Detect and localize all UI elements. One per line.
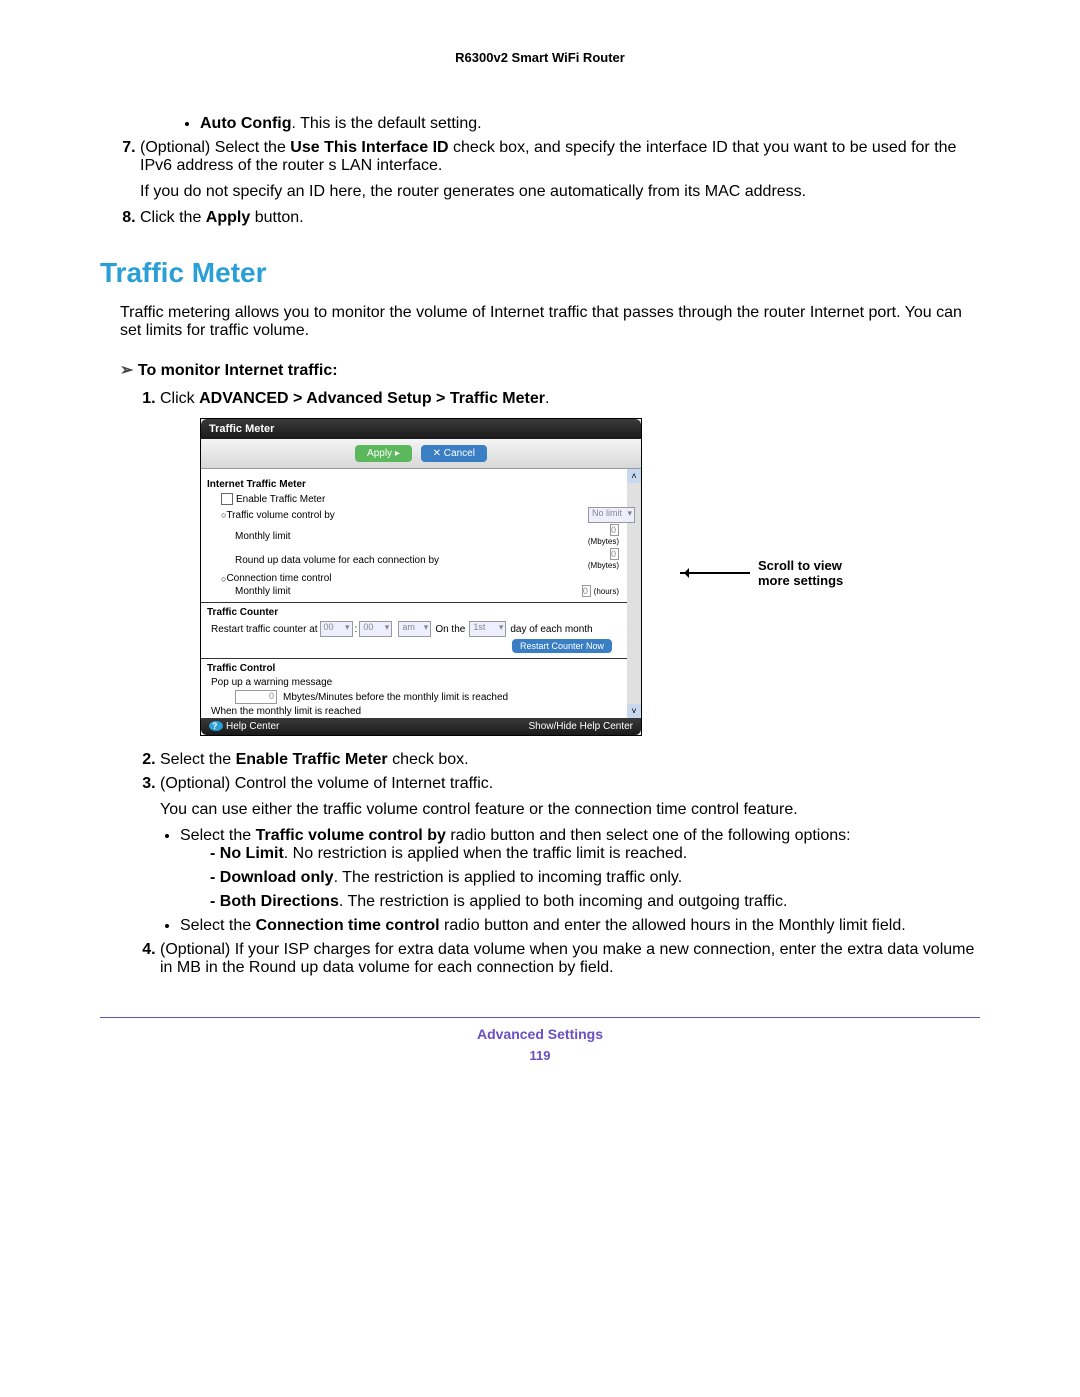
shot-titlebar: Traffic Meter bbox=[201, 419, 641, 439]
roundup-label: Round up data volume for each connection… bbox=[235, 555, 588, 566]
monthly-limit-field[interactable]: 0 bbox=[610, 524, 619, 536]
enable-traffic-meter-checkbox[interactable] bbox=[221, 493, 233, 505]
restart-min-select[interactable]: 00 bbox=[359, 621, 392, 637]
apply-button[interactable]: Apply ▸ bbox=[355, 445, 412, 462]
warning-threshold-field[interactable]: 0 bbox=[235, 690, 277, 704]
restart-day-select[interactable]: 1st bbox=[469, 621, 506, 637]
cancel-button[interactable]: ✕ Cancel bbox=[421, 445, 487, 462]
page-footer: Advanced Settings 119 bbox=[100, 1017, 980, 1063]
proc-step-3: (Optional) Control the volume of Interne… bbox=[160, 775, 980, 935]
monthly-limit-hours-label: Monthly limit bbox=[235, 586, 582, 597]
step-7: (Optional) Select the Use This Interface… bbox=[140, 139, 980, 201]
scroll-down-icon[interactable]: ˅ bbox=[627, 704, 641, 718]
footer-page-number: 119 bbox=[100, 1048, 980, 1063]
shot-button-row: Apply ▸ ✕ Cancel bbox=[201, 439, 641, 469]
proc-step-2: Select the Enable Traffic Meter check bo… bbox=[160, 751, 980, 769]
help-bar: Help Center Show/Hide Help Center bbox=[201, 718, 641, 735]
scroll-up-icon[interactable]: ˄ bbox=[627, 469, 641, 483]
monthly-limit-label: Monthly limit bbox=[235, 531, 588, 542]
proc-step-4: (Optional) If your ISP charges for extra… bbox=[160, 941, 980, 977]
proc-step-3-note: You can use either the traffic volume co… bbox=[160, 801, 980, 819]
bullet-auto-config: Auto Config. This is the default setting… bbox=[200, 115, 980, 133]
volume-limit-select[interactable]: No limit bbox=[588, 507, 635, 523]
step-8: Click the Apply button. bbox=[140, 209, 980, 227]
monthly-limit-hours-field[interactable]: 0 bbox=[582, 585, 591, 597]
show-hide-help-link[interactable]: Show/Hide Help Center bbox=[529, 721, 634, 732]
arrow-icon bbox=[680, 572, 750, 574]
opt-no-limit: No Limit. No restriction is applied when… bbox=[210, 845, 980, 863]
opt-both-directions: Both Directions. The restriction is appl… bbox=[210, 893, 980, 911]
procedure-heading: To monitor Internet traffic: bbox=[120, 360, 980, 380]
sub-bullet-connection-time: Select the Connection time control radio… bbox=[180, 917, 980, 935]
section-traffic-counter: Traffic Counter bbox=[207, 607, 635, 618]
connection-time-control-row[interactable]: Connection time control bbox=[207, 572, 635, 585]
proc-step-1: Click ADVANCED > Advanced Setup > Traffi… bbox=[160, 390, 980, 736]
section-internet-traffic-meter: Internet Traffic Meter bbox=[207, 479, 635, 490]
when-limit-reached-label: When the monthly limit is reached bbox=[207, 705, 635, 718]
restart-ampm-select[interactable]: am bbox=[398, 621, 431, 637]
roundup-field[interactable]: 0 bbox=[610, 548, 619, 560]
step-7-note: If you do not specify an ID here, the ro… bbox=[140, 183, 980, 201]
scroll-annotation: Scroll to view more settings bbox=[680, 558, 843, 588]
traffic-volume-control-row[interactable]: Traffic volume control by No limit bbox=[207, 506, 635, 524]
opt-download-only: Download only. The restriction is applie… bbox=[210, 869, 980, 887]
help-center-link[interactable]: Help Center bbox=[209, 721, 279, 732]
restart-hour-select[interactable]: 00 bbox=[320, 621, 353, 637]
restart-counter-button[interactable]: Restart Counter Now bbox=[512, 639, 612, 653]
section-intro: Traffic metering allows you to monitor t… bbox=[120, 304, 980, 340]
doc-header: R6300v2 Smart WiFi Router bbox=[100, 50, 980, 65]
enable-traffic-meter-row: Enable Traffic Meter bbox=[207, 492, 635, 506]
traffic-meter-screenshot: Traffic Meter Apply ▸ ✕ Cancel ˄ ˅ Inter… bbox=[200, 418, 980, 736]
section-title: Traffic Meter bbox=[100, 257, 980, 289]
footer-title: Advanced Settings bbox=[100, 1026, 980, 1042]
popup-warning-label: Pop up a warning message bbox=[207, 676, 635, 689]
section-traffic-control: Traffic Control bbox=[207, 663, 635, 674]
sub-bullet-volume: Select the Traffic volume control by rad… bbox=[180, 827, 980, 911]
page: R6300v2 Smart WiFi Router Auto Config. T… bbox=[0, 0, 1080, 1103]
